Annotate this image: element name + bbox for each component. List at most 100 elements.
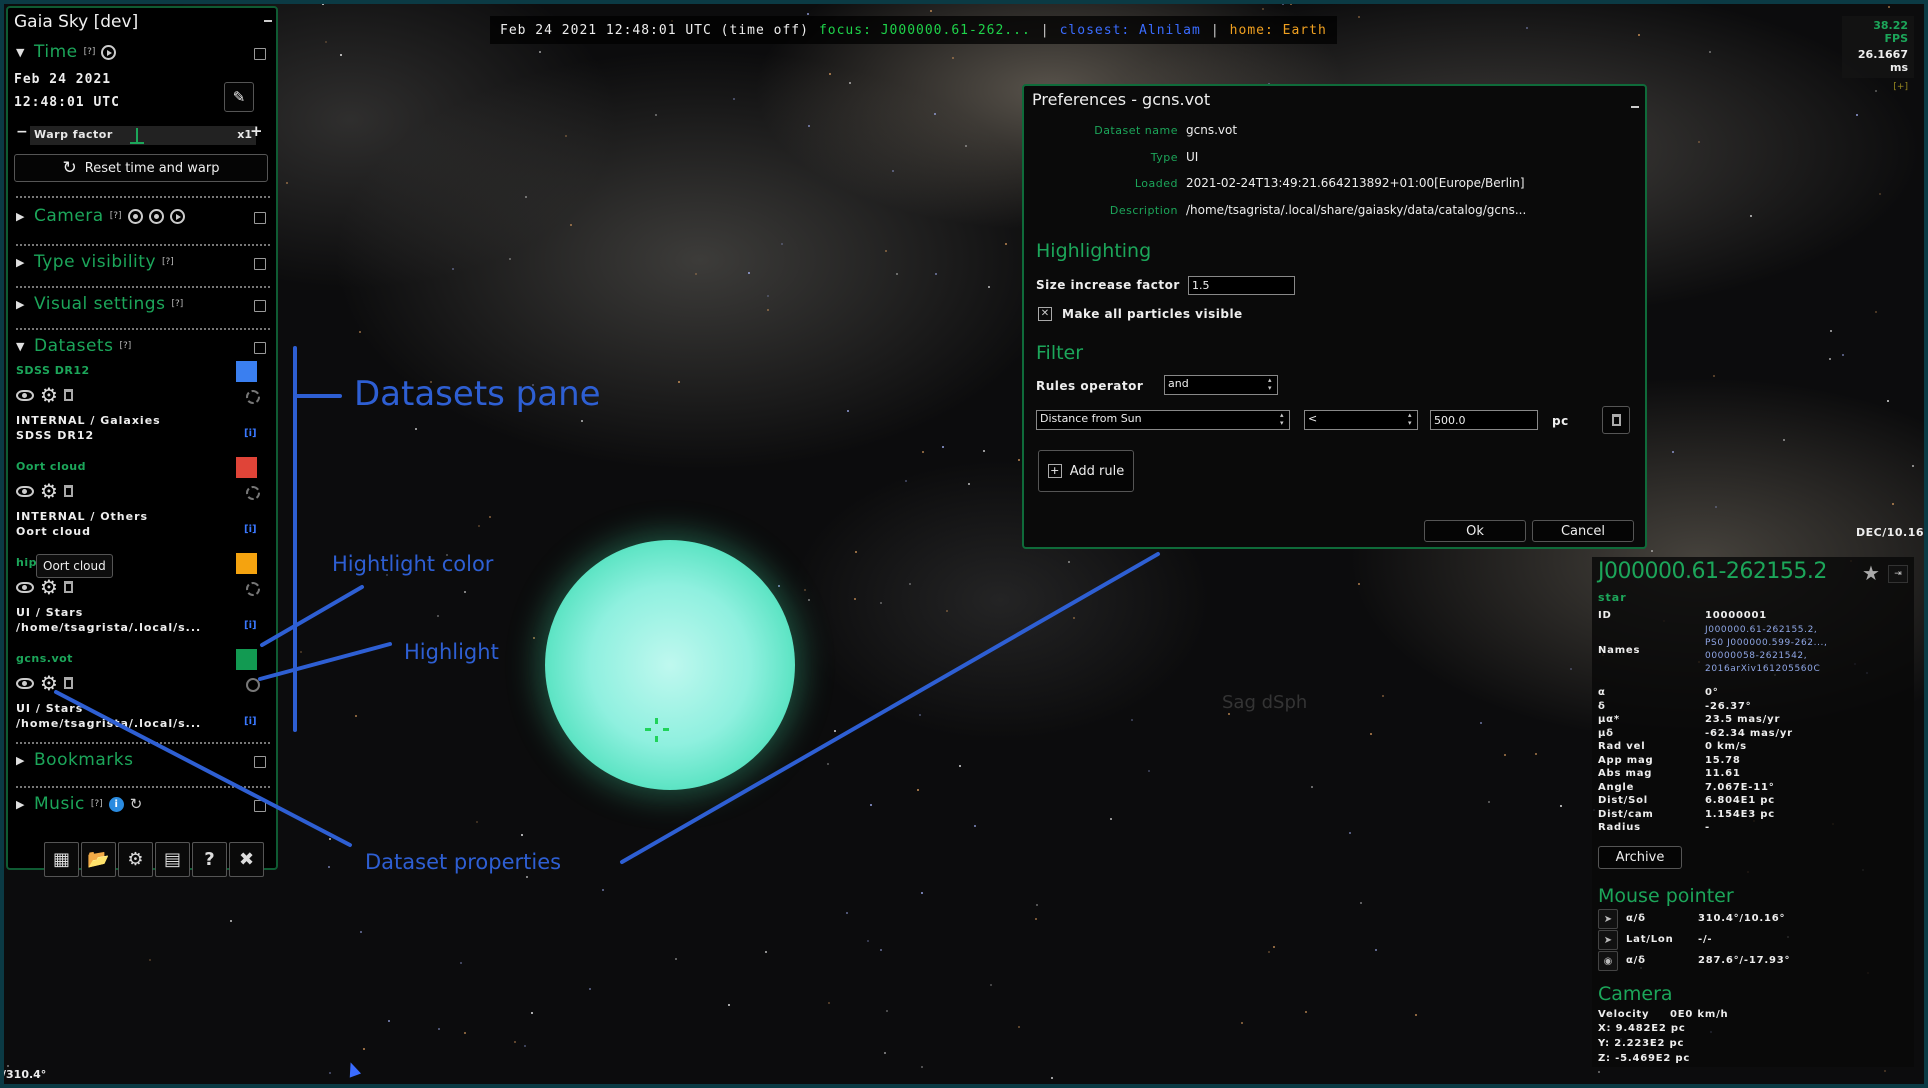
- lat-lon-icon: ➤: [1598, 930, 1618, 950]
- help-button[interactable]: ?: [192, 842, 227, 877]
- camera-x: X: 9.482E2 pc: [1598, 1023, 1686, 1034]
- section-visual-settings[interactable]: ▶ Visual settings [?]: [16, 294, 183, 314]
- rule-attribute-select[interactable]: Distance from Sun: [1036, 410, 1290, 430]
- warp-factor-slider[interactable]: Warp factor x1: [30, 126, 256, 145]
- open-button[interactable]: 📂: [81, 842, 116, 877]
- record-icon[interactable]: [127, 208, 143, 224]
- dataset-name[interactable]: gcns.vot: [16, 652, 73, 665]
- help-icon[interactable]: [?]: [162, 257, 174, 267]
- highlight-color-swatch[interactable]: [236, 649, 257, 670]
- dataset-info-icon[interactable]: [i]: [244, 428, 257, 439]
- bookmark-star-icon[interactable]: ★: [1862, 561, 1880, 585]
- help-icon[interactable]: [?]: [84, 47, 96, 57]
- dataset-settings-gear-icon[interactable]: ⚙: [40, 577, 58, 597]
- cancel-button[interactable]: Cancel: [1532, 520, 1634, 542]
- goto-button[interactable]: ⇥: [1888, 565, 1908, 583]
- help-icon[interactable]: [?]: [91, 799, 103, 809]
- map-button[interactable]: ▦: [44, 842, 79, 877]
- highlight-toggle-icon[interactable]: [246, 582, 260, 596]
- dataset-info-icon[interactable]: [i]: [244, 524, 257, 535]
- dataset-actions: ⚙: [16, 577, 73, 597]
- rule-comparator-select[interactable]: <: [1304, 410, 1418, 430]
- highlight-color-swatch[interactable]: [236, 553, 257, 574]
- minimize-button[interactable]: [264, 20, 272, 22]
- filter-heading: Filter: [1036, 342, 1084, 364]
- dataset-settings-gear-icon[interactable]: ⚙: [40, 481, 58, 501]
- highlight-color-swatch[interactable]: [236, 361, 257, 382]
- keyframes-icon[interactable]: [148, 208, 164, 224]
- detach-icon[interactable]: [254, 212, 266, 224]
- rule-value-input[interactable]: [1430, 410, 1538, 430]
- star: [883, 1052, 886, 1055]
- visibility-eye-icon[interactable]: [16, 389, 34, 401]
- exit-button[interactable]: ✖: [229, 842, 264, 877]
- ok-button[interactable]: Ok: [1424, 520, 1526, 542]
- delete-trash-icon[interactable]: [63, 389, 73, 401]
- highlight-toggle-icon[interactable]: [246, 390, 260, 404]
- delete-rule-button[interactable]: [1602, 406, 1630, 434]
- archive-button[interactable]: Archive: [1598, 846, 1682, 869]
- dataset-settings-gear-icon[interactable]: ⚙: [40, 385, 58, 405]
- closest-status[interactable]: closest: Alnilam: [1060, 23, 1201, 38]
- delete-trash-icon[interactable]: [63, 485, 73, 497]
- warp-increase-button[interactable]: +: [250, 122, 263, 140]
- delete-trash-icon[interactable]: [63, 677, 73, 689]
- rules-operator-select[interactable]: and: [1164, 375, 1278, 395]
- help-icon[interactable]: [?]: [110, 211, 122, 221]
- star: [509, 257, 512, 260]
- star: [564, 134, 567, 137]
- ra-dec-icon: ➤: [1598, 909, 1618, 929]
- section-type-visibility[interactable]: ▶ Type visibility [?]: [16, 252, 174, 272]
- play-camera-icon[interactable]: [169, 208, 185, 224]
- highlight-toggle-icon[interactable]: [246, 486, 260, 500]
- dataset-name[interactable]: Oort cloud: [16, 460, 86, 473]
- section-datasets[interactable]: ▼ Datasets [?]: [16, 336, 131, 356]
- detach-icon[interactable]: [254, 300, 266, 312]
- section-label: Music: [34, 794, 85, 814]
- section-bookmarks[interactable]: ▶ Bookmarks: [16, 750, 133, 770]
- highlight-toggle-icon[interactable]: [246, 678, 260, 692]
- edit-time-button[interactable]: ✎: [224, 82, 254, 112]
- delete-trash-icon[interactable]: [63, 581, 73, 593]
- dataset-info-icon[interactable]: [i]: [244, 716, 257, 727]
- minimize-button[interactable]: [1631, 106, 1639, 108]
- collapsed-icon: ▶: [16, 209, 25, 223]
- all-visible-checkbox[interactable]: ✕: [1038, 307, 1052, 321]
- info-icon[interactable]: i: [108, 796, 124, 812]
- expand-button[interactable]: [+]: [1848, 82, 1908, 92]
- dataset-settings-gear-icon[interactable]: ⚙: [40, 673, 58, 693]
- play-icon[interactable]: [101, 44, 117, 60]
- log-button[interactable]: ▤: [155, 842, 190, 877]
- detach-icon[interactable]: [254, 342, 266, 354]
- reset-time-button[interactable]: ↻ Reset time and warp: [14, 154, 268, 182]
- highlight-color-swatch[interactable]: [236, 457, 257, 478]
- visibility-eye-icon[interactable]: [16, 677, 34, 689]
- home-status[interactable]: home: Earth: [1230, 23, 1327, 38]
- size-factor-input[interactable]: [1188, 276, 1295, 295]
- divider: [16, 244, 270, 246]
- section-time[interactable]: ▼ Time [?]: [16, 42, 117, 62]
- star: [325, 40, 328, 43]
- section-music[interactable]: ▶ Music [?] i ↻: [16, 794, 142, 814]
- star: [532, 636, 535, 639]
- refresh-icon[interactable]: ↻: [130, 795, 143, 813]
- focus-status[interactable]: focus: J000000.61-262...: [819, 23, 1031, 38]
- mouse-latlon-value: -/-: [1698, 934, 1713, 945]
- detach-icon[interactable]: [254, 48, 266, 60]
- dataset-name[interactable]: SDSS DR12: [16, 364, 90, 377]
- slider-handle[interactable]: [136, 128, 138, 142]
- fps-box: 38.22 FPS 26.1667 ms [+]: [1842, 16, 1914, 92]
- detach-icon[interactable]: [254, 756, 266, 768]
- dataset-info-icon[interactable]: [i]: [244, 620, 257, 631]
- preferences-button[interactable]: ⚙: [118, 842, 153, 877]
- visibility-eye-icon[interactable]: [16, 581, 34, 593]
- gcns-highlighted-cluster[interactable]: [545, 540, 795, 790]
- help-icon[interactable]: [?]: [171, 299, 183, 309]
- section-camera[interactable]: ▶ Camera [?]: [16, 206, 185, 226]
- detach-icon[interactable]: [254, 258, 266, 270]
- detach-icon[interactable]: [254, 800, 266, 812]
- help-icon[interactable]: [?]: [119, 341, 131, 351]
- warp-decrease-button[interactable]: −: [16, 124, 28, 140]
- visibility-eye-icon[interactable]: [16, 485, 34, 497]
- add-rule-button[interactable]: + Add rule: [1038, 450, 1134, 492]
